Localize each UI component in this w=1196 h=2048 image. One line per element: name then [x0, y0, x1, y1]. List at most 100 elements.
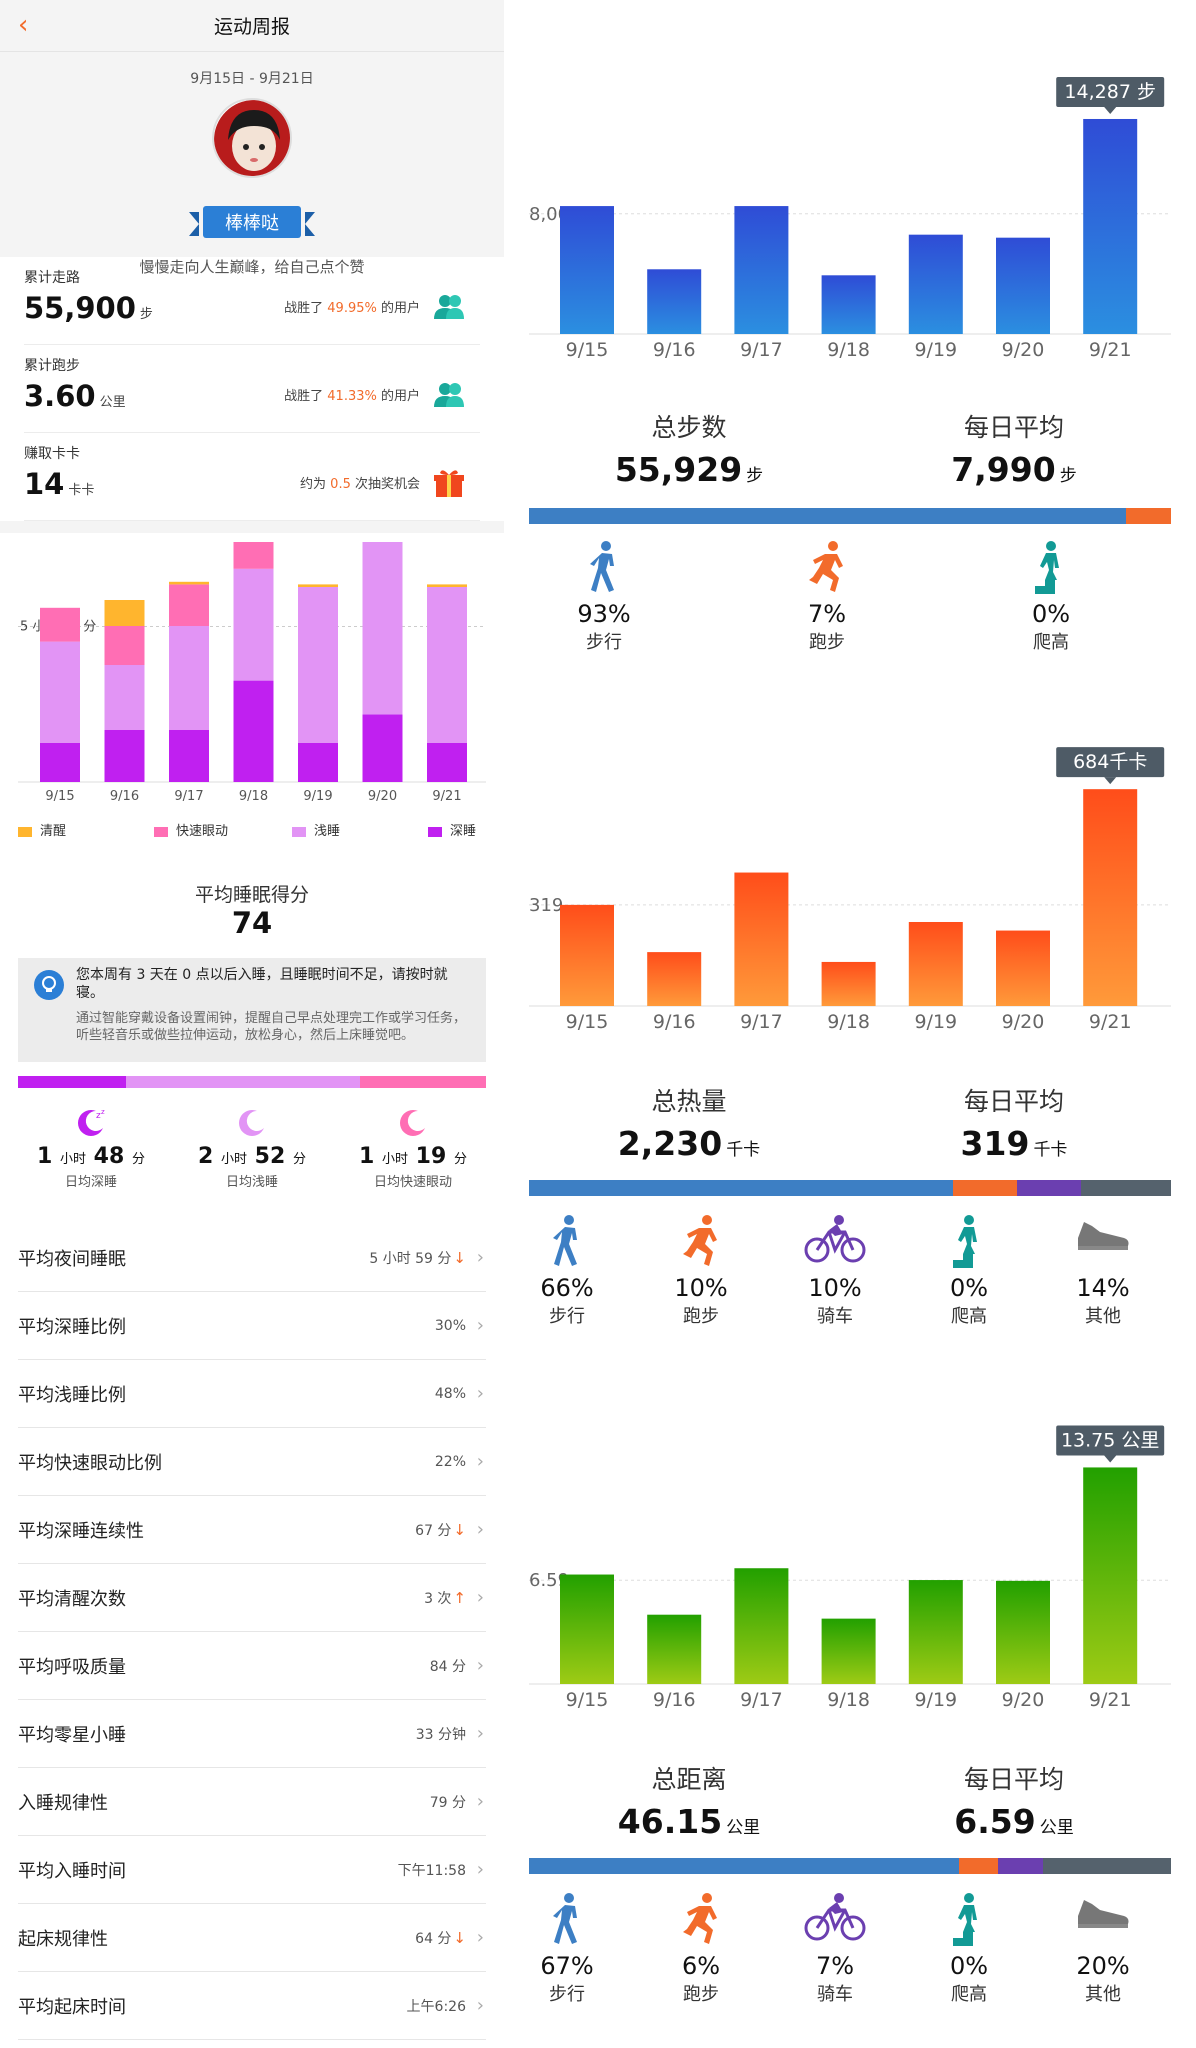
activity-item[interactable]: 0% 爬高: [909, 1214, 1029, 1328]
sleep-bar-segment[interactable]: [169, 626, 209, 730]
x-tick-label: 9/19: [914, 339, 957, 361]
bar[interactable]: [996, 930, 1050, 1006]
metric-row[interactable]: 平均浅睡比例 48% ›: [18, 1360, 486, 1428]
activity-item[interactable]: 66% 步行: [507, 1214, 627, 1328]
sleep-bar-segment[interactable]: [104, 600, 145, 626]
bar[interactable]: [1083, 789, 1138, 1006]
activity-item[interactable]: 10% 骑车: [775, 1214, 895, 1328]
bar[interactable]: [734, 206, 789, 334]
activity-share-bar: [529, 1180, 1171, 1196]
arrow-down-icon: ↓: [453, 1248, 466, 1267]
sleep-bar-segment[interactable]: [427, 743, 467, 782]
run-icon: [767, 540, 887, 600]
sleep-bar-segment[interactable]: [362, 714, 403, 782]
stat-row[interactable]: 累计跑步 3.60 公里 战胜了 41.33% 的用户: [24, 345, 480, 433]
activity-share-segment: [959, 1858, 998, 1874]
metric-value: 33 分钟: [415, 1726, 466, 1743]
bar[interactable]: [1083, 118, 1138, 334]
activity-item[interactable]: 0% 爬高: [991, 540, 1111, 654]
x-tick-label: 9/21: [1089, 1011, 1132, 1033]
metric-row[interactable]: 平均深睡比例 30% ›: [18, 1292, 486, 1360]
bar[interactable]: [908, 1580, 963, 1684]
activity-item[interactable]: 7% 骑车: [775, 1892, 895, 2006]
chevron-left-icon[interactable]: ‹: [18, 10, 28, 40]
bar[interactable]: [560, 1574, 614, 1684]
x-tick-label: 9/19: [914, 1689, 957, 1711]
metric-row[interactable]: 平均清醒次数 3 次 ↑ ›: [18, 1564, 486, 1632]
activity-item[interactable]: 93% 步行: [544, 540, 664, 654]
sleep-bar-segment[interactable]: [40, 641, 80, 743]
sleep-bar-segment[interactable]: [427, 587, 467, 743]
activity-item[interactable]: 10% 跑步: [641, 1214, 761, 1328]
metric-row[interactable]: 平均深睡连续性 67 分 ↓ ›: [18, 1496, 486, 1564]
sleep-bar-segment[interactable]: [233, 680, 274, 782]
sleep-bar-segment[interactable]: [298, 743, 338, 782]
bar[interactable]: [647, 269, 702, 334]
sleep-bar-segment[interactable]: [104, 626, 145, 665]
activity-item[interactable]: 6% 跑步: [641, 1892, 761, 2006]
metric-row[interactable]: 平均快速眼动比例 22% ›: [18, 1428, 486, 1496]
metric-row[interactable]: 平均起床时间 上午6:26 ›: [18, 1972, 486, 2040]
stat-note: 战胜了 41.33% 的用户: [284, 389, 420, 404]
activity-item[interactable]: 20% 其他: [1043, 1892, 1163, 2006]
x-tick-label: 9/16: [653, 1011, 696, 1033]
bar[interactable]: [821, 1618, 876, 1684]
bar[interactable]: [734, 872, 789, 1006]
bar[interactable]: [560, 206, 614, 334]
metric-row[interactable]: 平均夜间睡眠 5 小时 59 分 ↓ ›: [18, 1224, 486, 1292]
bar[interactable]: [734, 1568, 789, 1684]
sleep-bar-segment[interactable]: [362, 542, 403, 715]
stat-percent: 41.33%: [327, 389, 377, 404]
bar[interactable]: [1083, 1467, 1138, 1684]
sleep-chart: 5 小时 59 分9/159/169/179/189/199/209/218 小…: [18, 542, 486, 804]
metric-row[interactable]: 平均呼吸质量 84 分 ›: [18, 1632, 486, 1700]
sleep-bar-segment[interactable]: [169, 581, 209, 585]
bar[interactable]: [996, 1580, 1050, 1684]
metric-row[interactable]: 入睡规律性 79 分 ›: [18, 1768, 486, 1836]
chevron-right-icon: ›: [476, 1587, 484, 1608]
metric-value: 22%: [434, 1453, 466, 1470]
metric-label: 平均深睡比例: [18, 1316, 126, 1338]
sleep-bar-segment[interactable]: [40, 607, 80, 642]
metric-label: 平均呼吸质量: [18, 1656, 126, 1678]
sleep-bar-segment[interactable]: [298, 584, 338, 587]
bar[interactable]: [996, 237, 1050, 334]
summary-average-value: 7,990 步: [951, 450, 1077, 489]
metric-row[interactable]: 起床规律性 64 分 ↓ ›: [18, 1904, 486, 1972]
sleep-phase-value: 1 小时 48 分: [37, 1144, 145, 1169]
activity-breakdown: 67% 步行 6% 跑步 7% 骑车 0% 爬高 20% 其他: [529, 1892, 1171, 2005]
sleep-bar-segment[interactable]: [40, 743, 80, 782]
summary-totals: 总距离 46.15 公里 每日平均 6.59 公里: [504, 1760, 1196, 1841]
bar[interactable]: [647, 1614, 702, 1684]
metric-label: 入睡规律性: [18, 1792, 108, 1814]
stat-row[interactable]: 赚取卡卡 14 卡卡 约为 0.5 次抽奖机会: [24, 433, 480, 521]
sleep-bar-segment[interactable]: [427, 584, 467, 587]
bar[interactable]: [647, 952, 702, 1006]
bar[interactable]: [908, 234, 963, 334]
x-tick-label: 9/21: [432, 789, 461, 804]
activity-item[interactable]: 67% 步行: [507, 1892, 627, 2006]
sleep-bar-segment[interactable]: [233, 568, 274, 681]
metric-row[interactable]: 平均入睡时间 下午11:58 ›: [18, 1836, 486, 1904]
activity-item[interactable]: 7% 跑步: [767, 540, 887, 654]
activity-item[interactable]: 0% 爬高: [909, 1892, 1029, 2006]
activity-label: 爬高: [951, 1306, 987, 1327]
sleep-bar-segment[interactable]: [169, 584, 209, 626]
metric-row[interactable]: 平均零星小睡 33 分钟 ›: [18, 1700, 486, 1768]
stat-row[interactable]: 累计走路 55,900 步战胜了 49.95% 的用户: [24, 257, 480, 345]
sleep-bar-segment[interactable]: [104, 730, 145, 782]
sleep-phase-item: 1 小时 19 分日均快速眼动: [338, 1106, 488, 1190]
sleep-bar-segment[interactable]: [104, 665, 145, 730]
sleep-bar-segment[interactable]: [298, 587, 338, 743]
sleep-bar-segment[interactable]: [233, 542, 274, 569]
sleep-bar-segment[interactable]: [169, 730, 209, 782]
bar[interactable]: [821, 961, 876, 1006]
activity-item[interactable]: 14% 其他: [1043, 1214, 1163, 1328]
bar[interactable]: [908, 921, 963, 1006]
x-tick-label: 9/18: [827, 339, 870, 361]
avatar[interactable]: [212, 98, 292, 178]
summary-average: 每日平均 6.59 公里: [884, 1760, 1144, 1841]
bar[interactable]: [560, 904, 614, 1006]
bar[interactable]: [821, 275, 876, 334]
x-tick-label: 9/15: [566, 1689, 609, 1711]
